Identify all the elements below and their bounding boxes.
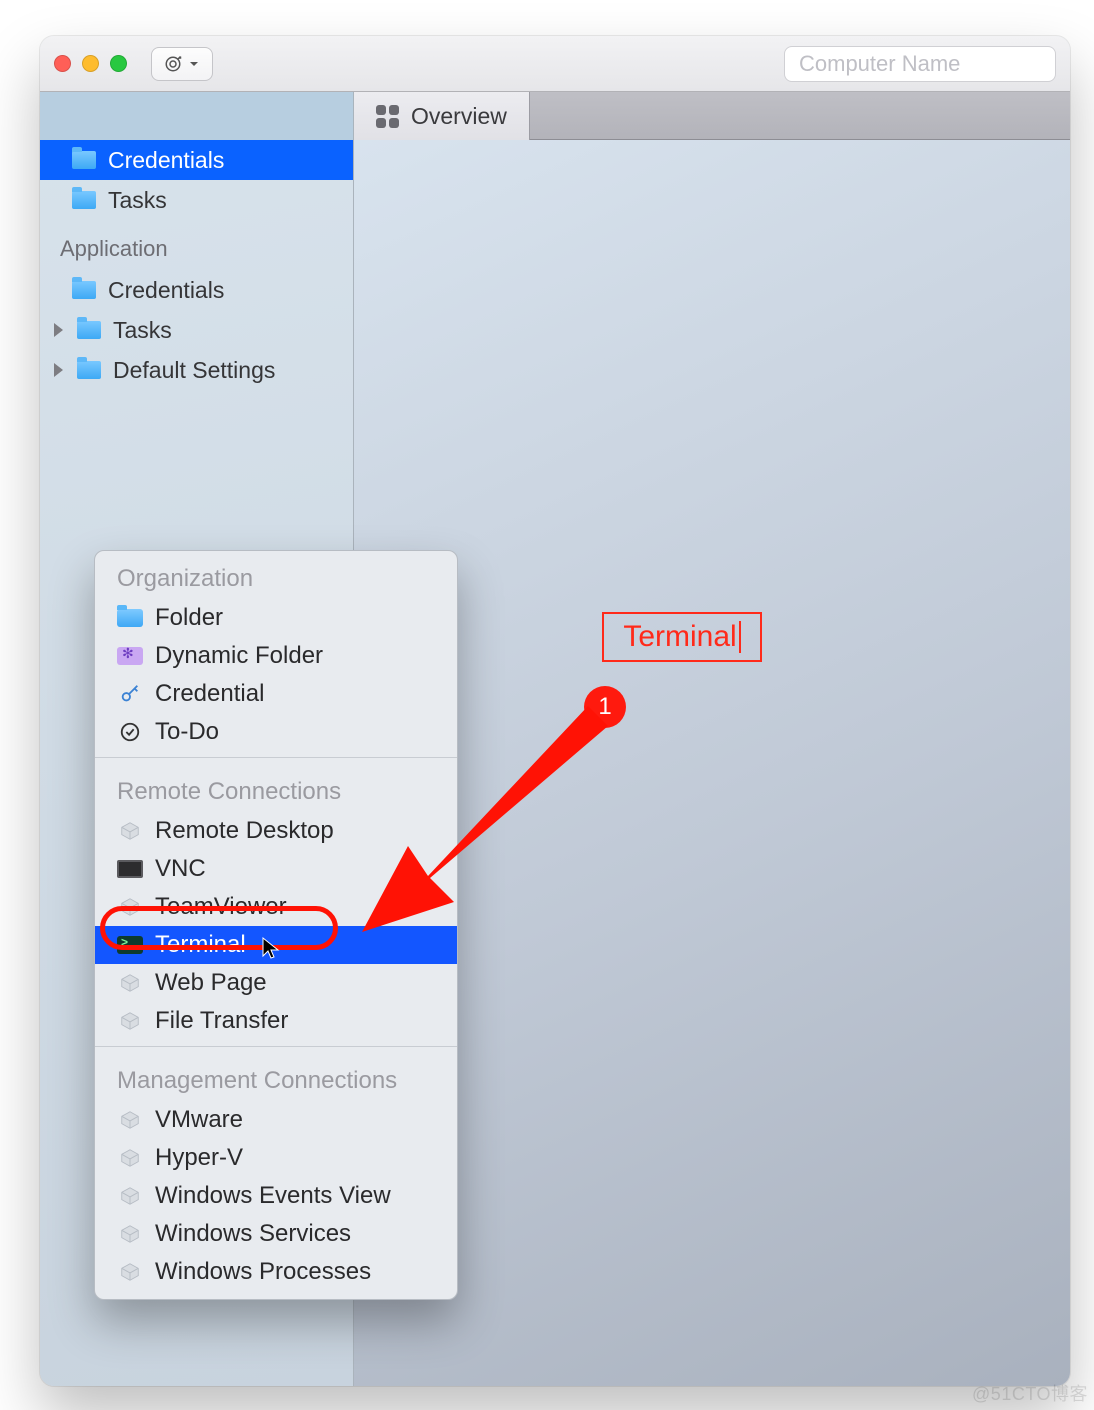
popup-item-label: Windows Services xyxy=(155,1220,351,1248)
box-icon xyxy=(117,1109,143,1131)
vnc-icon xyxy=(117,858,143,880)
box-icon xyxy=(117,1223,143,1245)
box-icon xyxy=(117,972,143,994)
popup-item-file-transfer[interactable]: File Transfer xyxy=(95,1002,457,1040)
tab-overview-label: Overview xyxy=(411,103,507,130)
popup-divider xyxy=(95,757,457,758)
popup-section-organization: Organization xyxy=(95,551,457,599)
popup-item-terminal[interactable]: Terminal xyxy=(95,926,457,964)
sidebar-item-label: Credentials xyxy=(108,147,224,174)
app-window: Computer Name Overview Credentials xyxy=(40,36,1070,1386)
popup-item-win-services[interactable]: Windows Services xyxy=(95,1215,457,1253)
tab-strip: Overview xyxy=(354,92,1070,140)
minimize-window-button[interactable] xyxy=(82,55,99,72)
box-icon xyxy=(117,1010,143,1032)
key-icon xyxy=(117,683,143,705)
search-input[interactable]: Computer Name xyxy=(784,46,1056,82)
popup-item-win-events[interactable]: Windows Events View xyxy=(95,1177,457,1215)
popup-item-label: Windows Processes xyxy=(155,1258,371,1286)
popup-item-credential[interactable]: Credential xyxy=(95,675,457,713)
zoom-window-button[interactable] xyxy=(110,55,127,72)
target-icon xyxy=(164,55,182,73)
folder-icon xyxy=(72,191,96,209)
popup-item-label: Folder xyxy=(155,604,223,632)
box-icon xyxy=(117,820,143,842)
sidebar-item-label: Credentials xyxy=(108,277,224,304)
header-row: Overview xyxy=(40,92,1070,140)
popup-item-todo[interactable]: To-Do xyxy=(95,713,457,751)
target-dropdown-button[interactable] xyxy=(151,47,213,81)
annotation-label: Terminal xyxy=(623,620,736,654)
main-pane xyxy=(354,140,1070,1386)
popup-section-remote: Remote Connections xyxy=(95,764,457,812)
chevron-down-icon xyxy=(188,58,200,70)
close-window-button[interactable] xyxy=(54,55,71,72)
popup-item-teamviewer[interactable]: TeamViewer xyxy=(95,888,457,926)
folder-icon xyxy=(77,361,101,379)
popup-item-label: Terminal xyxy=(155,931,246,959)
popup-item-label: File Transfer xyxy=(155,1007,288,1035)
disclosure-triangle-icon[interactable] xyxy=(54,363,63,377)
popup-item-label: Dynamic Folder xyxy=(155,642,323,670)
popup-item-hyperv[interactable]: Hyper-V xyxy=(95,1139,457,1177)
popup-item-web-page[interactable]: Web Page xyxy=(95,964,457,1002)
popup-item-label: VNC xyxy=(155,855,206,883)
popup-item-label: Hyper-V xyxy=(155,1144,243,1172)
popup-item-folder[interactable]: Folder xyxy=(95,599,457,637)
popup-item-label: TeamViewer xyxy=(155,893,287,921)
check-circle-icon xyxy=(117,721,143,743)
box-icon xyxy=(117,1261,143,1283)
popup-item-label: VMware xyxy=(155,1106,243,1134)
folder-icon xyxy=(72,281,96,299)
popup-item-label: Credential xyxy=(155,680,264,708)
annotation-step-badge: 1 xyxy=(584,686,626,728)
sidebar-item-label: Tasks xyxy=(108,187,167,214)
sidebar-item-default-settings[interactable]: Default Settings xyxy=(40,350,353,390)
sidebar-item-credentials[interactable]: Credentials xyxy=(40,140,353,180)
text-caret-icon xyxy=(739,621,741,653)
overview-grid-icon xyxy=(376,105,399,128)
popup-item-dynamic-folder[interactable]: Dynamic Folder xyxy=(95,637,457,675)
terminal-icon xyxy=(117,934,143,956)
popup-item-label: Windows Events View xyxy=(155,1182,391,1210)
new-connection-popup: Organization Folder Dynamic Folder Crede… xyxy=(94,550,458,1300)
annotation-badge-number: 1 xyxy=(598,693,611,721)
folder-icon xyxy=(72,151,96,169)
popup-item-label: To-Do xyxy=(155,718,219,746)
active-server-chip[interactable] xyxy=(40,92,354,140)
sidebar-section-application: Application xyxy=(40,220,353,270)
folder-icon xyxy=(77,321,101,339)
popup-item-vmware[interactable]: VMware xyxy=(95,1101,457,1139)
sidebar-item-app-credentials[interactable]: Credentials xyxy=(40,270,353,310)
sidebar-item-label: Default Settings xyxy=(113,357,275,384)
window-traffic-lights xyxy=(54,55,127,72)
dynamic-folder-icon xyxy=(117,647,143,665)
popup-item-label: Remote Desktop xyxy=(155,817,334,845)
popup-divider xyxy=(95,1046,457,1047)
popup-item-label: Web Page xyxy=(155,969,267,997)
search-placeholder: Computer Name xyxy=(799,51,960,77)
popup-item-win-processes[interactable]: Windows Processes xyxy=(95,1253,457,1291)
annotation-label-box: Terminal xyxy=(602,612,762,662)
folder-icon xyxy=(117,609,143,627)
popup-item-vnc[interactable]: VNC xyxy=(95,850,457,888)
disclosure-triangle-icon[interactable] xyxy=(54,323,63,337)
popup-item-remote-desktop[interactable]: Remote Desktop xyxy=(95,812,457,850)
sidebar-item-app-tasks[interactable]: Tasks xyxy=(40,310,353,350)
titlebar: Computer Name xyxy=(40,36,1070,92)
box-icon xyxy=(117,896,143,918)
watermark-text: @51CTO博客 xyxy=(972,1380,1088,1406)
tab-overview[interactable]: Overview xyxy=(354,92,530,140)
sidebar-item-tasks[interactable]: Tasks xyxy=(40,180,353,220)
sidebar-item-label: Tasks xyxy=(113,317,172,344)
popup-section-management: Management Connections xyxy=(95,1053,457,1101)
box-icon xyxy=(117,1185,143,1207)
box-icon xyxy=(117,1147,143,1169)
